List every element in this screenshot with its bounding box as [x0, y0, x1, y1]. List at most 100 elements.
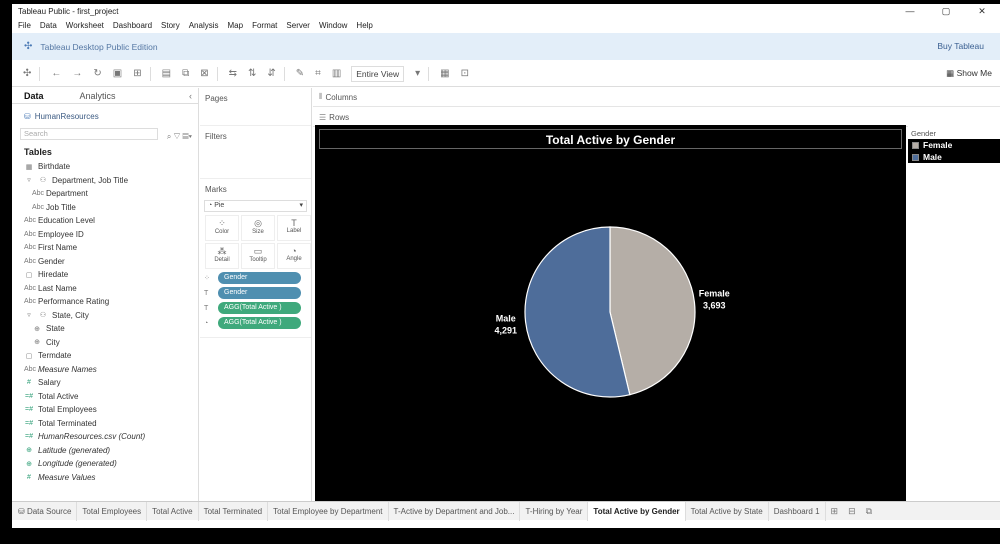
- field-item[interactable]: ⊕ Longitude (generated): [12, 457, 198, 471]
- field-item[interactable]: ⊕ State: [12, 322, 198, 336]
- mark-color-button[interactable]: ⁘ Color: [205, 215, 239, 241]
- sheet-tab[interactable]: Total Employees: [77, 501, 148, 521]
- field-item[interactable]: Abc Performance Rating: [12, 295, 198, 309]
- mark-label-button[interactable]: T Label: [277, 215, 311, 241]
- field-item[interactable]: Abc Education Level: [12, 214, 198, 228]
- sheet-tab[interactable]: Total Active: [147, 501, 199, 521]
- expand-icon[interactable]: ▿: [24, 311, 34, 319]
- field-item[interactable]: ▿ ⚇ State, City: [12, 309, 198, 323]
- field-item[interactable]: ▦ Birthdate: [12, 160, 198, 174]
- field-item[interactable]: Abc Department: [12, 187, 198, 201]
- menu-file[interactable]: File: [18, 21, 31, 30]
- field-item[interactable]: ▢ Termdate: [12, 349, 198, 363]
- field-pill[interactable]: AGG(Total Active ): [218, 317, 301, 329]
- field-pill[interactable]: Gender: [218, 287, 301, 299]
- field-item[interactable]: ⊕ City: [12, 336, 198, 350]
- replay-icon[interactable]: ↻: [93, 68, 101, 79]
- swap-icon[interactable]: ⇆: [229, 68, 237, 79]
- new-worksheet-icon[interactable]: ▤: [162, 68, 171, 79]
- group-icon[interactable]: ⌗: [315, 68, 321, 79]
- field-item[interactable]: ⊕ Latitude (generated): [12, 444, 198, 458]
- field-item[interactable]: ▿ ⚇ Department, Job Title: [12, 174, 198, 188]
- sheet-tab[interactable]: Total Active by Gender: [588, 501, 686, 521]
- new-data-source-icon[interactable]: ⊞: [133, 68, 141, 79]
- undo-icon[interactable]: ←: [51, 68, 61, 79]
- menu-format[interactable]: Format: [252, 21, 277, 30]
- new-story-icon[interactable]: ⧉: [861, 506, 877, 517]
- expand-icon[interactable]: ▿: [24, 176, 34, 184]
- menu-window[interactable]: Window: [319, 21, 347, 30]
- field-item[interactable]: Abc Employee ID: [12, 228, 198, 242]
- highlight-icon[interactable]: ✎: [296, 68, 304, 79]
- pill-role-icon[interactable]: ◔: [204, 320, 218, 327]
- menu-data[interactable]: Data: [40, 21, 57, 30]
- legend-item-male[interactable]: Male: [908, 151, 1000, 163]
- sheet-tab[interactable]: ⛁ Data Source: [12, 501, 78, 521]
- field-item[interactable]: # Measure Values: [12, 471, 198, 485]
- field-pill[interactable]: Gender: [218, 272, 301, 284]
- sheet-tab[interactable]: Dashboard 1: [769, 501, 826, 521]
- mark-type-dropdown[interactable]: ◔ Pie ▾: [204, 200, 307, 212]
- menu-map[interactable]: Map: [228, 21, 244, 30]
- tableau-home-icon[interactable]: ✣: [23, 68, 31, 79]
- mark-detail-button[interactable]: ⁂ Detail: [205, 243, 239, 269]
- filters-card[interactable]: Filters: [200, 126, 311, 179]
- columns-shelf[interactable]: ⦀ Columns: [313, 88, 1000, 107]
- legend-item-female[interactable]: Female: [908, 139, 1000, 151]
- sheet-tab[interactable]: T-Active by Department and Job...: [389, 501, 521, 521]
- collapse-pane-icon[interactable]: ‹: [189, 91, 192, 101]
- pages-card[interactable]: Pages: [200, 88, 311, 126]
- data-source-item[interactable]: ⛁ HumanResources: [24, 109, 198, 123]
- close-button[interactable]: ✕: [964, 4, 1000, 18]
- field-item[interactable]: Abc First Name: [12, 241, 198, 255]
- mark-tooltip-button[interactable]: ▭ Tooltip: [241, 243, 275, 269]
- field-item[interactable]: =# Total Terminated: [12, 417, 198, 431]
- show-cards-icon[interactable]: ▦: [440, 68, 449, 79]
- sort-ascending-icon[interactable]: ⇅: [248, 68, 256, 79]
- field-item[interactable]: ▢ Hiredate: [12, 268, 198, 282]
- new-dashboard-icon[interactable]: ⊟: [843, 506, 861, 517]
- duplicate-sheet-icon[interactable]: ⧉: [182, 68, 189, 79]
- mark-size-button[interactable]: ◎ Size: [241, 215, 275, 241]
- tab-data[interactable]: Data: [24, 91, 44, 101]
- sheet-tab[interactable]: T-Hiring by Year: [520, 501, 589, 521]
- sheet-tab[interactable]: Total Employee by Department: [268, 501, 389, 521]
- show-me-button[interactable]: ▦ Show Me: [946, 68, 992, 79]
- pill-role-icon[interactable]: ⁘: [204, 274, 218, 282]
- maximize-button[interactable]: ▢: [928, 4, 964, 18]
- sheet-tab[interactable]: Total Terminated: [199, 501, 269, 521]
- field-item[interactable]: =# HumanResources.csv (Count): [12, 430, 198, 444]
- pill-role-icon[interactable]: T: [204, 290, 218, 297]
- menu-worksheet[interactable]: Worksheet: [66, 21, 104, 30]
- chevron-down-icon[interactable]: ▾: [415, 68, 420, 79]
- menu-help[interactable]: Help: [356, 21, 372, 30]
- field-item[interactable]: # Salary: [12, 376, 198, 390]
- labels-icon[interactable]: ▥: [332, 68, 341, 79]
- menu-dashboard[interactable]: Dashboard: [113, 21, 152, 30]
- search-field[interactable]: Search: [20, 128, 158, 140]
- buy-tableau-link[interactable]: Buy Tableau: [937, 41, 984, 51]
- field-item[interactable]: =# Total Active: [12, 390, 198, 404]
- fit-dropdown[interactable]: Entire View: [351, 65, 405, 82]
- clear-sheet-icon[interactable]: ⊠: [200, 68, 208, 79]
- menu-server[interactable]: Server: [286, 21, 310, 30]
- field-item[interactable]: Abc Gender: [12, 255, 198, 269]
- field-item[interactable]: Abc Last Name: [12, 282, 198, 296]
- redo-icon[interactable]: →: [72, 68, 82, 79]
- pill-role-icon[interactable]: T: [204, 305, 218, 312]
- tab-analytics[interactable]: Analytics: [80, 91, 116, 101]
- field-item[interactable]: Abc Measure Names: [12, 363, 198, 377]
- new-worksheet-icon[interactable]: ⊞: [826, 506, 844, 517]
- mark-angle-button[interactable]: ◔ Angle: [277, 243, 311, 269]
- save-icon[interactable]: ▣: [113, 68, 122, 79]
- sheet-tab[interactable]: Total Active by State: [686, 501, 769, 521]
- menu-analysis[interactable]: Analysis: [189, 21, 219, 30]
- presentation-icon[interactable]: ⊡: [461, 68, 469, 79]
- filter-fields-icon[interactable]: ⌕ ▽ ▤▾: [167, 132, 192, 142]
- minimize-button[interactable]: —: [892, 4, 928, 18]
- field-pill[interactable]: AGG(Total Active ): [218, 302, 301, 314]
- menu-story[interactable]: Story: [161, 21, 180, 30]
- field-item[interactable]: =# Total Employees: [12, 403, 198, 417]
- field-item[interactable]: Abc Job Title: [12, 201, 198, 215]
- sort-descending-icon[interactable]: ⇵: [267, 68, 275, 79]
